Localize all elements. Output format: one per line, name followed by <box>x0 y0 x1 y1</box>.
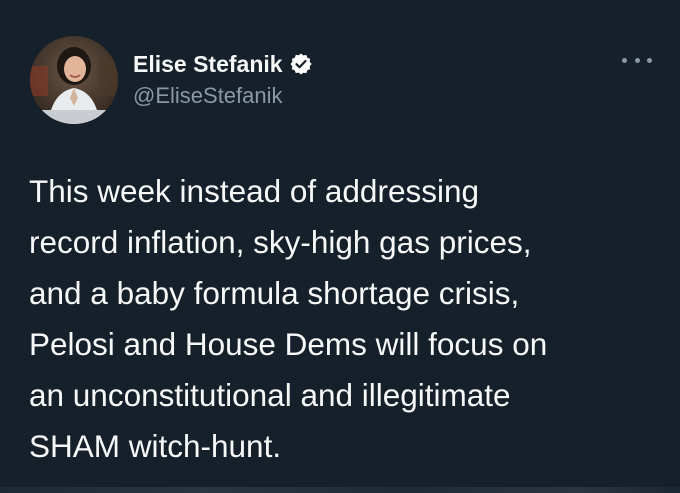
tweet-text-line: and a baby formula shortage crisis, <box>29 275 520 311</box>
dot-icon <box>634 57 640 63</box>
tweet-text-line: Pelosi and House Dems will focus on <box>29 326 548 362</box>
verified-badge-icon <box>289 52 313 76</box>
tweet-text-line: SHAM witch-hunt. <box>29 428 282 464</box>
tweet-text-line: an unconstitutional and illegitimate <box>29 377 511 413</box>
author-handle[interactable]: @EliseStefanik <box>133 83 283 109</box>
tweet-text: This week instead of addressing record i… <box>29 166 659 472</box>
tweet-text-line: record inflation, sky-high gas prices, <box>29 224 532 260</box>
dot-icon <box>622 57 627 63</box>
author-name-row: Elise Stefanik <box>133 50 313 78</box>
dot-icon <box>647 57 652 63</box>
media-preview-edge <box>0 487 680 493</box>
tweet-text-line: This week instead of addressing <box>29 173 479 209</box>
avatar[interactable] <box>30 36 118 124</box>
author-display-name[interactable]: Elise Stefanik <box>133 50 283 78</box>
tweet-card: Elise Stefanik @EliseStefanik This week … <box>0 0 680 493</box>
more-options-icon[interactable] <box>622 54 652 66</box>
profile-photo-icon <box>30 36 118 124</box>
